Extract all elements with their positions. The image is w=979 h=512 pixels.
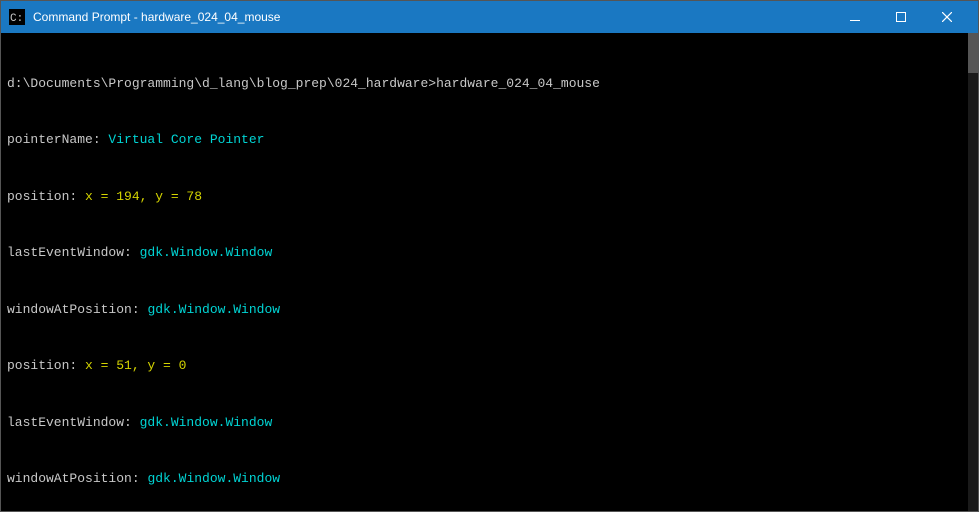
minimize-button[interactable]: [832, 1, 878, 33]
close-button[interactable]: [924, 1, 970, 33]
console-output: d:\Documents\Programming\d_lang\blog_pre…: [7, 37, 972, 511]
maximize-button[interactable]: [878, 1, 924, 33]
console-line-5: position: x = 51, y = 0: [7, 357, 972, 376]
console-area[interactable]: d:\Documents\Programming\d_lang\blog_pre…: [1, 33, 978, 511]
console-line-6: lastEventWindow: gdk.Window.Window: [7, 414, 972, 433]
console-line-3: lastEventWindow: gdk.Window.Window: [7, 244, 972, 263]
cmd-icon: C:: [9, 9, 25, 25]
console-line-7: windowAtPosition: gdk.Window.Window: [7, 470, 972, 489]
window-title: Command Prompt - hardware_024_04_mouse: [33, 10, 832, 24]
scrollbar[interactable]: [968, 33, 978, 511]
cmd-window: C: Command Prompt - hardware_024_04_mous…: [0, 0, 979, 512]
scrollbar-thumb[interactable]: [968, 33, 978, 73]
console-line-0: d:\Documents\Programming\d_lang\blog_pre…: [7, 75, 972, 94]
console-line-2: position: x = 194, y = 78: [7, 188, 972, 207]
console-line-4: windowAtPosition: gdk.Window.Window: [7, 301, 972, 320]
console-line-1: pointerName: Virtual Core Pointer: [7, 131, 972, 150]
svg-text:C:: C:: [10, 13, 23, 25]
window-controls: [832, 1, 970, 33]
title-bar: C: Command Prompt - hardware_024_04_mous…: [1, 1, 978, 33]
